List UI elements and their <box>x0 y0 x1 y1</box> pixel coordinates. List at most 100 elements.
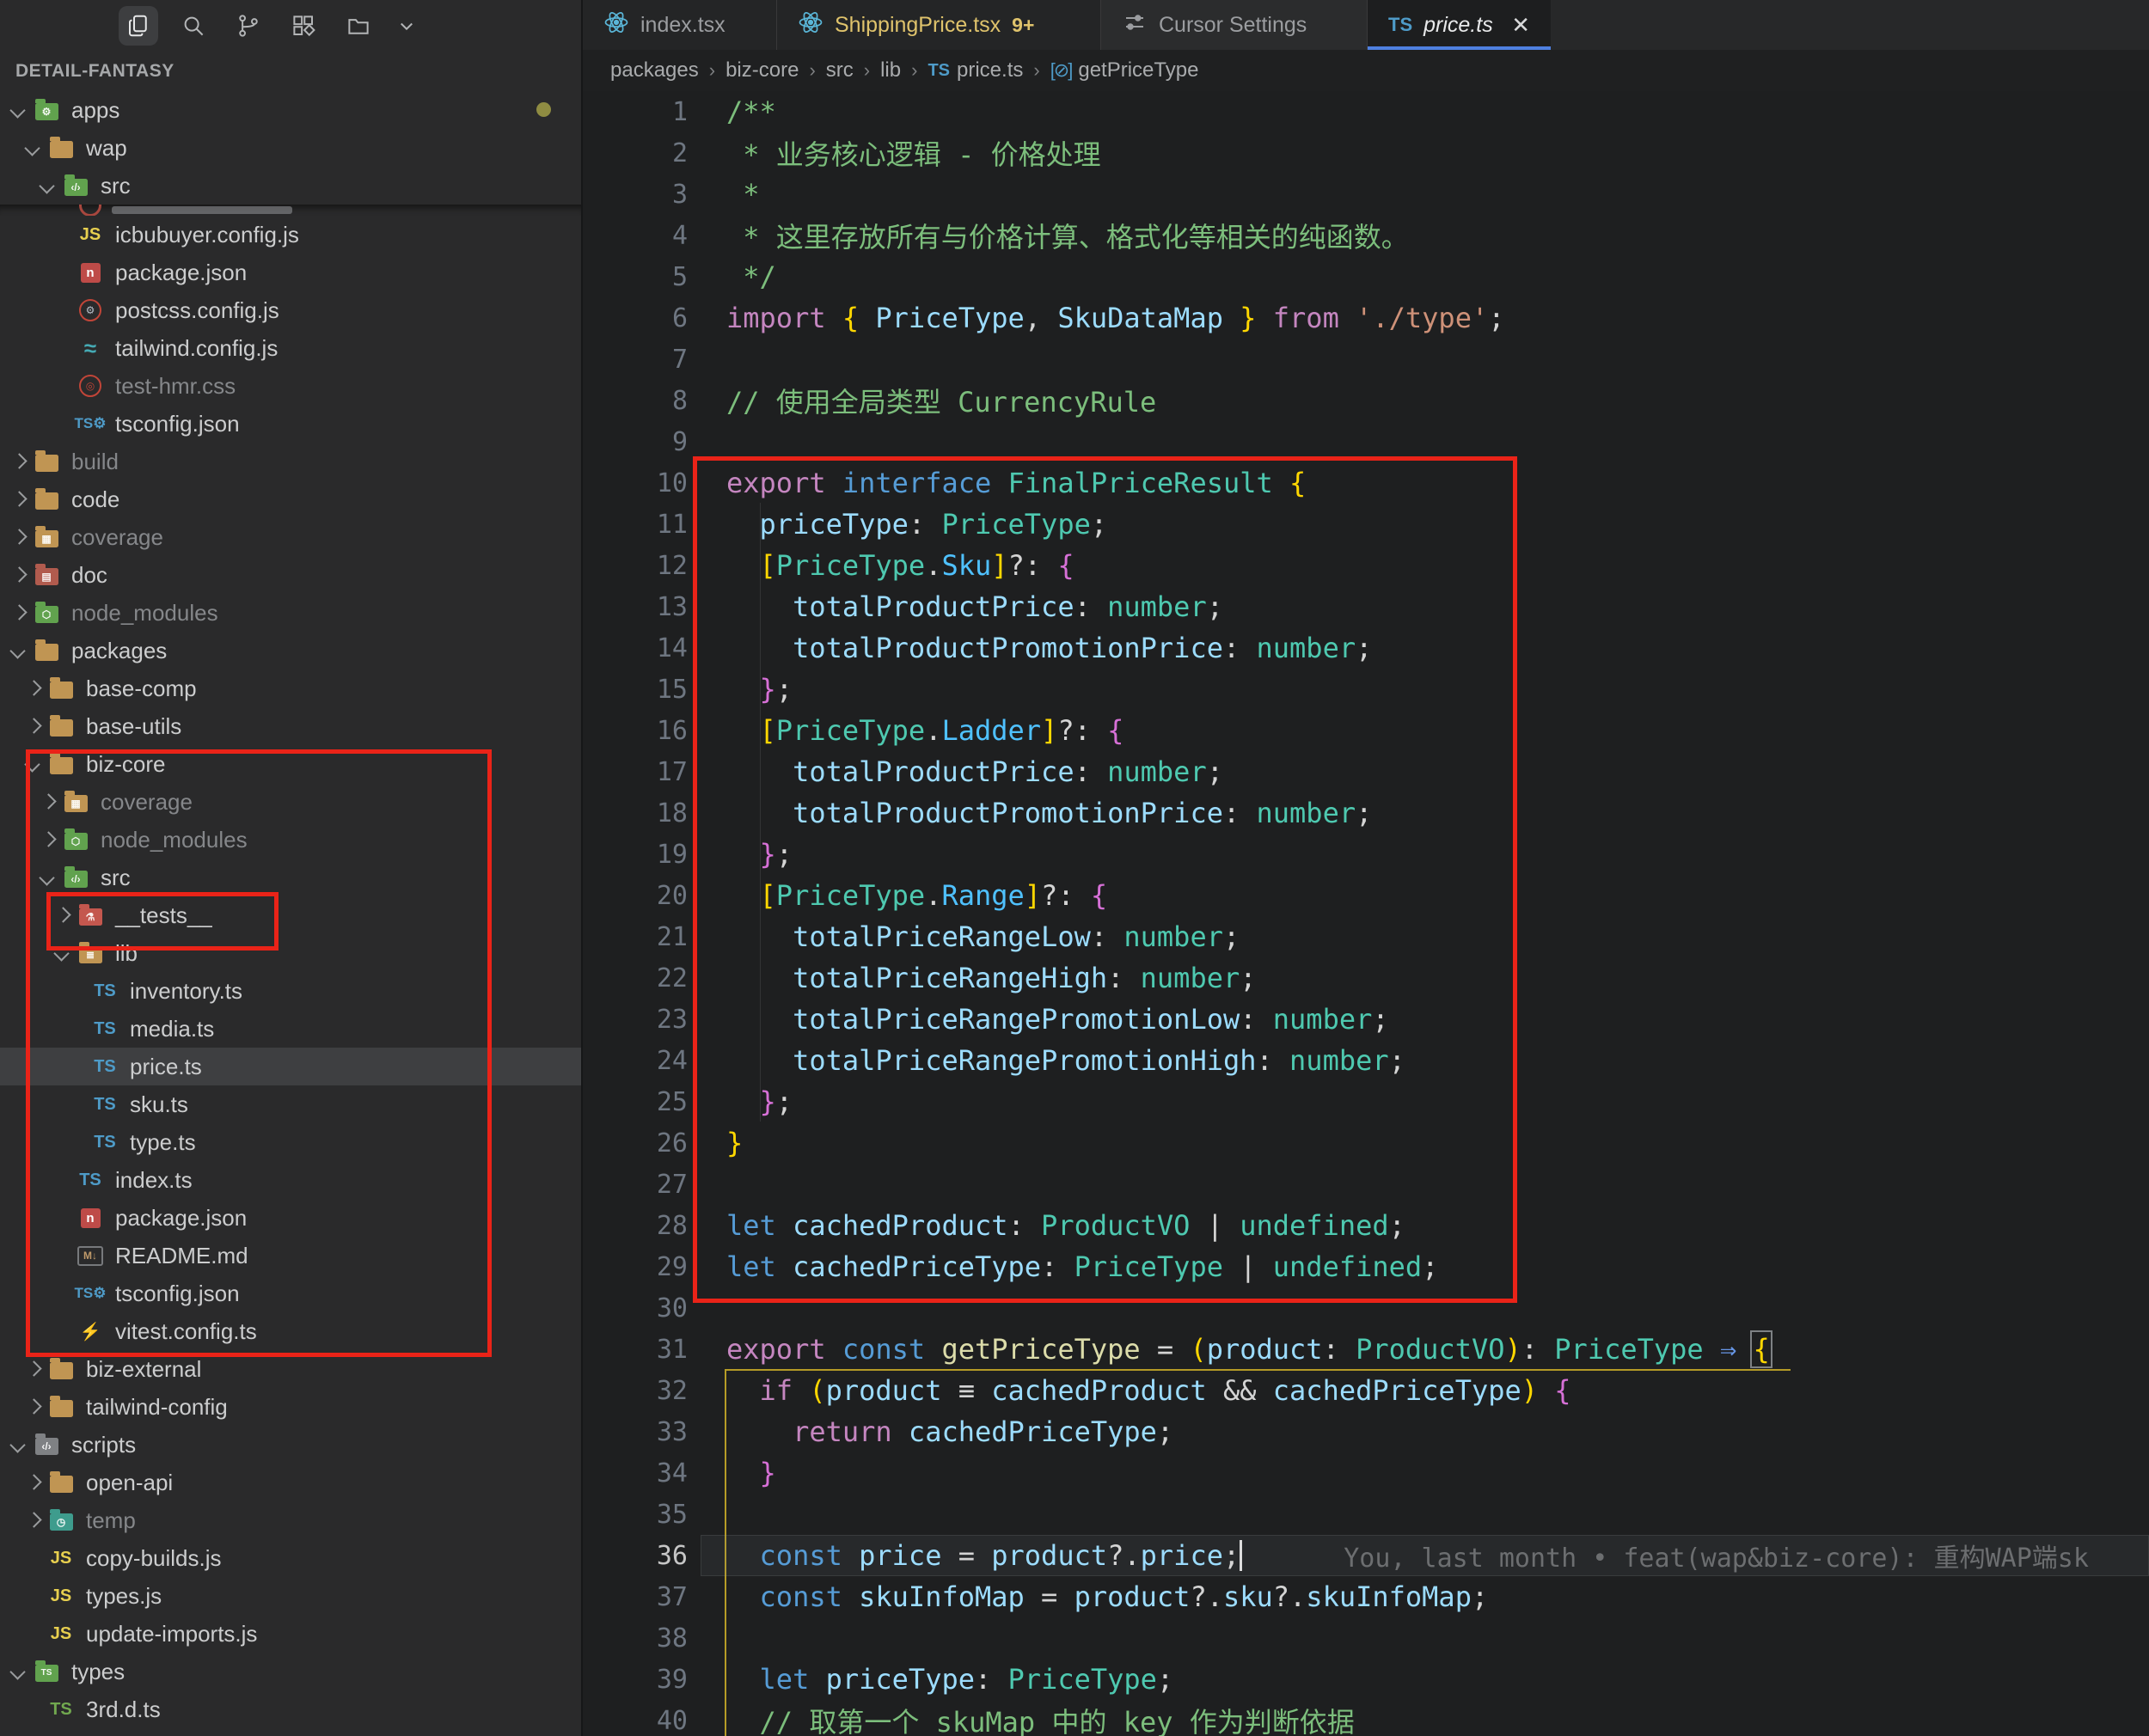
chevron-right-icon[interactable] <box>21 715 44 737</box>
tree-item-node_modules[interactable]: ⬡node_modules <box>0 594 581 632</box>
chevron-down-icon[interactable] <box>36 866 58 889</box>
code-line[interactable]: 37 const skuInfoMap = product?.sku?.skuI… <box>583 1576 2149 1617</box>
tab-index.tsx[interactable]: index.tsx <box>583 0 777 50</box>
tree-item-base-utils[interactable]: base-utils <box>0 707 581 745</box>
code-line[interactable]: 19 }; <box>583 834 2149 875</box>
tree-item-indexts[interactable]: TSindex.ts <box>0 1161 581 1199</box>
tree-item-tsconfigjson[interactable]: TS⚙tsconfig.json <box>0 405 581 443</box>
breadcrumb-item-price.ts[interactable]: TSprice.ts <box>928 58 1023 83</box>
tree-item-tsconfigjson[interactable]: TS⚙tsconfig.json <box>0 1274 581 1312</box>
tree-item-biz-external[interactable]: biz-external <box>0 1350 581 1388</box>
chevron-right-icon[interactable] <box>21 677 44 700</box>
tree-item-coverage[interactable]: ▦coverage <box>0 518 581 556</box>
tree-item-wap[interactable]: wap <box>0 129 581 167</box>
tree-item-temp[interactable]: ◷temp <box>0 1501 581 1539</box>
tree-item-postcssconfigjs[interactable]: ⚙postcss.config.js <box>0 291 581 329</box>
code-line[interactable]: 9 <box>583 421 2149 462</box>
tree-item-READMEmd[interactable]: M↓README.md <box>0 1237 581 1274</box>
tree-item-open-api[interactable]: open-api <box>0 1464 581 1501</box>
tree-item-src[interactable]: ‹/›src <box>0 167 581 205</box>
tree-item-tailwind-config[interactable]: tailwind-config <box>0 1388 581 1426</box>
code-line[interactable]: 30 <box>583 1287 2149 1329</box>
tree-item-types[interactable]: TStypes <box>0 1653 581 1690</box>
code-line[interactable]: 25 }; <box>583 1081 2149 1122</box>
code-line[interactable]: 40 // 取第一个 skuMap 中的 key 作为判断依据 <box>583 1700 2149 1736</box>
tree-item-3rddts[interactable]: TS3rd.d.ts <box>0 1690 581 1728</box>
chevron-down-icon[interactable] <box>394 6 419 46</box>
code-line[interactable]: 20 [PriceType.Range]?: { <box>583 875 2149 916</box>
tree-item-base-comp[interactable]: base-comp <box>0 669 581 707</box>
chevron-right-icon[interactable] <box>21 1396 44 1418</box>
code-line[interactable]: 24 totalPriceRangePromotionHigh: number; <box>583 1040 2149 1081</box>
chevron-right-icon[interactable] <box>36 791 58 813</box>
code-line[interactable]: 12 [PriceType.Sku]?: { <box>583 545 2149 586</box>
tree-item-build[interactable]: build <box>0 443 581 480</box>
code-line[interactable]: 31export const getPriceType = (product: … <box>583 1329 2149 1370</box>
code-line[interactable]: 15 }; <box>583 669 2149 710</box>
chevron-right-icon[interactable] <box>7 564 29 586</box>
code-line[interactable]: 11 priceType: PriceType; <box>583 504 2149 545</box>
tree-item-icbubuyerconfigjs[interactable]: JSicbubuyer.config.js <box>0 216 581 254</box>
code-line[interactable]: 33 return cachedPriceType; <box>583 1411 2149 1452</box>
tree-item-node_modules[interactable]: ⬡node_modules <box>0 821 581 859</box>
code-line[interactable]: 29let cachedPriceType: PriceType | undef… <box>583 1246 2149 1287</box>
tree-item-pricets[interactable]: TSprice.ts <box>0 1048 581 1085</box>
tree-item-biz-core[interactable]: biz-core <box>0 745 581 783</box>
breadcrumb-item-packages[interactable]: packages <box>610 58 699 83</box>
code-line[interactable]: 17 totalProductPrice: number; <box>583 751 2149 792</box>
code-line[interactable]: 22 totalPriceRangeHigh: number; <box>583 957 2149 999</box>
chevron-right-icon[interactable] <box>7 526 29 548</box>
code-line[interactable]: 27 <box>583 1164 2149 1205</box>
code-line[interactable]: 4 * 这里存放所有与价格计算、格式化等相关的纯函数。 <box>583 215 2149 256</box>
code-editor[interactable]: 1/**2 * 业务核心逻辑 - 价格处理3 *4 * 这里存放所有与价格计算、… <box>583 91 2149 1736</box>
chevron-down-icon[interactable] <box>51 942 73 964</box>
chevron-right-icon[interactable] <box>7 488 29 510</box>
chevron-right-icon[interactable] <box>51 904 73 926</box>
search-icon[interactable] <box>174 6 213 46</box>
chevron-right-icon[interactable] <box>7 450 29 473</box>
tab-shippingprice.tsx[interactable]: ShippingPrice.tsx9+ <box>777 0 1101 50</box>
chevron-down-icon[interactable] <box>21 753 44 775</box>
code-line[interactable]: 7 <box>583 339 2149 380</box>
code-line[interactable]: 28let cachedProduct: ProductVO | undefin… <box>583 1205 2149 1246</box>
code-line[interactable]: 16 [PriceType.Ladder]?: { <box>583 710 2149 751</box>
tree-item-packagejson[interactable]: npackage.json <box>0 1199 581 1237</box>
chevron-right-icon[interactable] <box>7 602 29 624</box>
code-line[interactable]: 8// 使用全局类型 CurrencyRule <box>583 380 2149 421</box>
chevron-right-icon[interactable] <box>21 1358 44 1380</box>
code-line[interactable]: 3 * <box>583 174 2149 215</box>
tree-item-typesjs[interactable]: JStypes.js <box>0 1577 581 1615</box>
tree-item-inventoryts[interactable]: TSinventory.ts <box>0 972 581 1010</box>
code-line[interactable]: 6import { PriceType, SkuDataMap } from '… <box>583 297 2149 339</box>
breadcrumb-item-src[interactable]: src <box>826 58 854 83</box>
code-line[interactable]: 14 totalProductPromotionPrice: number; <box>583 627 2149 669</box>
code-line[interactable]: 23 totalPriceRangePromotionLow: number; <box>583 999 2149 1040</box>
chevron-down-icon[interactable] <box>21 137 44 159</box>
tab-cursor-settings[interactable]: Cursor Settings <box>1101 0 1368 50</box>
tree-item-code[interactable]: code <box>0 480 581 518</box>
tree-item-packages[interactable]: packages <box>0 632 581 669</box>
code-line[interactable]: 18 totalProductPromotionPrice: number; <box>583 792 2149 834</box>
tree-item-apps[interactable]: ⚙apps <box>0 91 581 129</box>
tab-price.ts[interactable]: TSprice.ts✕ <box>1368 0 1551 50</box>
code-line[interactable]: 10export interface FinalPriceResult { <box>583 462 2149 504</box>
code-line[interactable]: 5 */ <box>583 256 2149 297</box>
chevron-right-icon[interactable] <box>36 828 58 851</box>
chevron-right-icon[interactable] <box>21 1471 44 1494</box>
tree-item-vitestconfigts[interactable]: ⚡vitest.config.ts <box>0 1312 581 1350</box>
extensions-icon[interactable] <box>284 6 323 46</box>
close-icon[interactable]: ✕ <box>1511 12 1530 39</box>
tree-item-src[interactable]: ‹/›src <box>0 859 581 896</box>
breadcrumb-item-biz-core[interactable]: biz-core <box>726 58 799 83</box>
tree-item-__tests__[interactable]: ⚗__tests__ <box>0 896 581 934</box>
folder-icon[interactable] <box>339 6 378 46</box>
code-line[interactable]: 21 totalPriceRangeLow: number; <box>583 916 2149 957</box>
chevron-down-icon[interactable] <box>7 639 29 662</box>
tree-item-doc[interactable]: ▤doc <box>0 556 581 594</box>
tree-item-packagejson[interactable]: npackage.json <box>0 254 581 291</box>
chevron-down-icon[interactable] <box>7 99 29 121</box>
tree-item-skuts[interactable]: TSsku.ts <box>0 1085 581 1123</box>
tree-item-lib[interactable]: ≣lib <box>0 934 581 972</box>
breadcrumb-item-lib[interactable]: lib <box>880 58 901 83</box>
code-line[interactable]: 2 * 业务核心逻辑 - 价格处理 <box>583 132 2149 174</box>
